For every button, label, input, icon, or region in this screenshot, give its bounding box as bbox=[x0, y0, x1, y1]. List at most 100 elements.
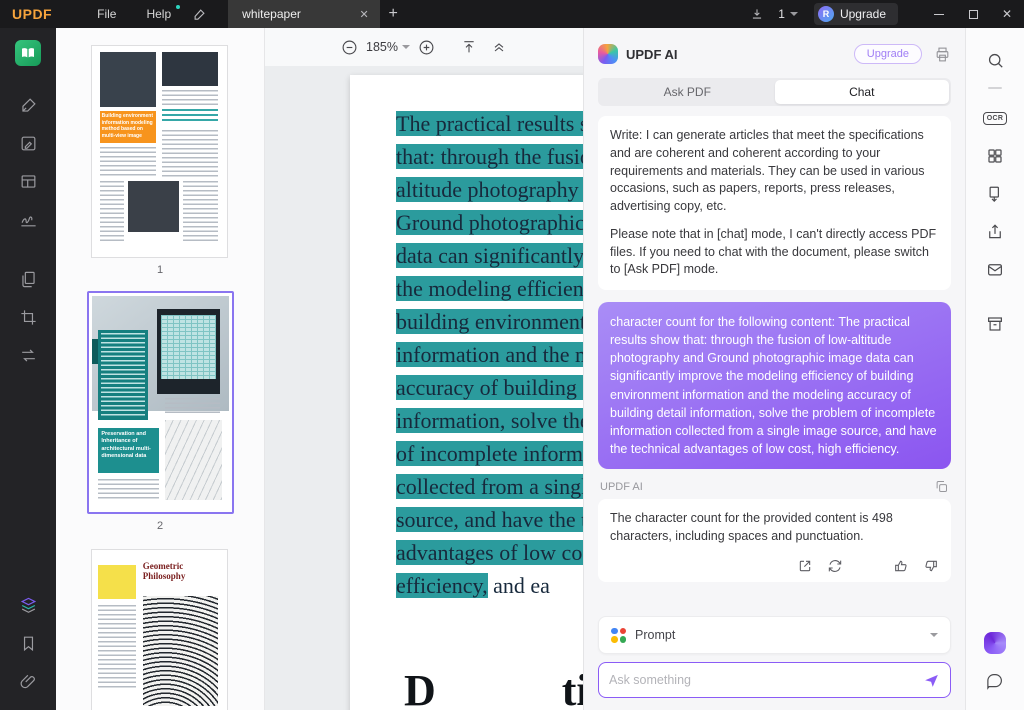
maximize-button[interactable] bbox=[956, 0, 990, 28]
comment-tool-button[interactable] bbox=[0, 86, 56, 124]
thumbs-up-icon[interactable] bbox=[893, 558, 909, 574]
organize-pages-button[interactable] bbox=[0, 260, 56, 298]
prompt-icon bbox=[611, 627, 626, 643]
ai-tabs: Ask PDF Chat bbox=[598, 78, 951, 106]
thumbnail-page-3[interactable]: Geometric Philosophy bbox=[90, 549, 228, 710]
prompt-selector-label: Prompt bbox=[635, 628, 676, 642]
ask-input[interactable] bbox=[609, 673, 923, 687]
minimize-button[interactable] bbox=[922, 0, 956, 28]
bookmark-tool-button[interactable] bbox=[0, 624, 56, 662]
highlighted-line: that: through the fusion of low- bbox=[396, 144, 583, 169]
zoom-dropdown-icon[interactable] bbox=[401, 45, 410, 49]
scroll-to-top-button[interactable] bbox=[461, 39, 477, 55]
spreadsheet-screen bbox=[161, 315, 217, 380]
open-external-icon[interactable] bbox=[797, 558, 813, 574]
intro-paragraph-2: Please note that in [chat] mode, I can't… bbox=[610, 226, 937, 277]
heading-fragment: D bbox=[404, 666, 436, 710]
text-lines bbox=[98, 604, 137, 690]
archive-button[interactable] bbox=[986, 305, 1004, 343]
pdf-page[interactable]: The practical results show that: through… bbox=[350, 75, 583, 710]
close-button[interactable]: ✕ bbox=[990, 0, 1024, 28]
orange-title-box: Building environment information modelin… bbox=[99, 111, 157, 144]
reader-tool-button[interactable] bbox=[15, 40, 41, 66]
page3-title: Geometric Philosophy bbox=[142, 560, 186, 581]
titlebar: UPDF File Help whitepaper ✕ + 1 R Upgrad… bbox=[0, 0, 1024, 28]
prompt-selector[interactable]: Prompt bbox=[598, 616, 951, 654]
teal-tab bbox=[91, 338, 99, 365]
attachment-tool-button[interactable] bbox=[0, 662, 56, 700]
search-button[interactable] bbox=[986, 41, 1005, 79]
pages-icon bbox=[21, 271, 35, 287]
print-icon[interactable] bbox=[934, 46, 951, 63]
toolbar-divider bbox=[988, 87, 1002, 89]
send-icon[interactable] bbox=[923, 672, 940, 689]
tab-chat[interactable]: Chat bbox=[774, 80, 949, 104]
new-tab-button[interactable]: + bbox=[380, 5, 406, 23]
text-lines bbox=[98, 479, 159, 501]
updf-ai-icon bbox=[984, 632, 1006, 654]
highlighted-line: data can significantly improve bbox=[396, 243, 583, 268]
left-toolbar bbox=[0, 28, 56, 710]
text-lines bbox=[165, 398, 221, 416]
response-label-row: UPDF AI bbox=[600, 479, 949, 494]
tab-ask-pdf[interactable]: Ask PDF bbox=[600, 80, 775, 104]
user-message-bubble: character count for the following conten… bbox=[598, 302, 951, 469]
layers-tool-button[interactable] bbox=[0, 586, 56, 624]
comment-bubble-icon bbox=[987, 674, 1002, 690]
share-icon bbox=[989, 224, 1001, 239]
download-icon[interactable] bbox=[744, 0, 770, 28]
ask-input-box bbox=[598, 662, 951, 698]
share-button[interactable] bbox=[986, 213, 1004, 251]
yellow-block bbox=[98, 564, 137, 599]
text-lines bbox=[161, 90, 219, 108]
comment-panel-button[interactable] bbox=[986, 662, 1004, 700]
response-actions bbox=[610, 558, 939, 574]
pen-icon[interactable] bbox=[186, 0, 212, 28]
highlighted-line: information and the modeling bbox=[396, 342, 583, 367]
plain-text: and ea bbox=[487, 573, 550, 598]
updf-ai-button[interactable] bbox=[984, 624, 1006, 662]
ocr-button[interactable]: OCR bbox=[982, 99, 1008, 137]
highlighted-line: the modeling efficiency of bbox=[396, 276, 583, 301]
crop-tool-button[interactable] bbox=[0, 298, 56, 336]
sign-tool-button[interactable] bbox=[0, 200, 56, 238]
convert-arrows-icon bbox=[21, 349, 35, 361]
menu-file[interactable]: File bbox=[82, 0, 131, 28]
upgrade-button[interactable]: R Upgrade bbox=[813, 3, 898, 25]
zoom-level[interactable]: 185% bbox=[366, 40, 398, 54]
copy-icon[interactable] bbox=[934, 479, 949, 494]
right-toolbar: OCR bbox=[965, 28, 1024, 710]
zoom-out-button[interactable] bbox=[341, 39, 358, 56]
signature-icon bbox=[20, 215, 36, 226]
tab-close-icon[interactable]: ✕ bbox=[356, 8, 372, 21]
thumbs-down-icon[interactable] bbox=[923, 558, 939, 574]
convert-tool-button[interactable] bbox=[0, 336, 56, 374]
text-lines bbox=[99, 181, 124, 245]
form-tool-button[interactable] bbox=[0, 162, 56, 200]
collapse-up-button[interactable] bbox=[491, 39, 507, 55]
zoom-in-button[interactable] bbox=[418, 39, 435, 56]
organize-pages-button[interactable] bbox=[986, 137, 1004, 175]
crop-icon bbox=[20, 309, 36, 325]
edit-tool-button[interactable] bbox=[0, 124, 56, 162]
bookmark-icon bbox=[23, 636, 33, 651]
regenerate-icon[interactable] bbox=[827, 558, 843, 574]
envelope-icon bbox=[988, 264, 1002, 276]
highlighted-line: The practical results show bbox=[396, 111, 583, 136]
thumbnail-page-1[interactable]: Building environment information modelin… bbox=[90, 45, 228, 258]
op-art-image bbox=[142, 596, 219, 707]
assistant-intro-message: Write: I can generate articles that meet… bbox=[598, 116, 951, 290]
mail-button[interactable] bbox=[986, 251, 1004, 289]
book-icon bbox=[22, 48, 34, 58]
layers-icon bbox=[20, 597, 36, 613]
ai-upgrade-button[interactable]: Upgrade bbox=[853, 44, 922, 64]
pdf-viewer: 185% The practical results show that: th… bbox=[265, 28, 583, 710]
thumbnail-page-2-selected[interactable]: Preservation and Inheritance of architec… bbox=[86, 291, 234, 514]
edit-page-icon bbox=[21, 136, 35, 150]
pen-nib-icon bbox=[21, 97, 36, 112]
menu-help[interactable]: Help bbox=[131, 0, 186, 28]
extract-page-button[interactable] bbox=[986, 175, 1004, 213]
highlighted-text-lines bbox=[161, 109, 219, 122]
document-tab[interactable]: whitepaper ✕ bbox=[228, 0, 381, 28]
page-indicator-dropdown[interactable]: 1 bbox=[778, 7, 798, 21]
